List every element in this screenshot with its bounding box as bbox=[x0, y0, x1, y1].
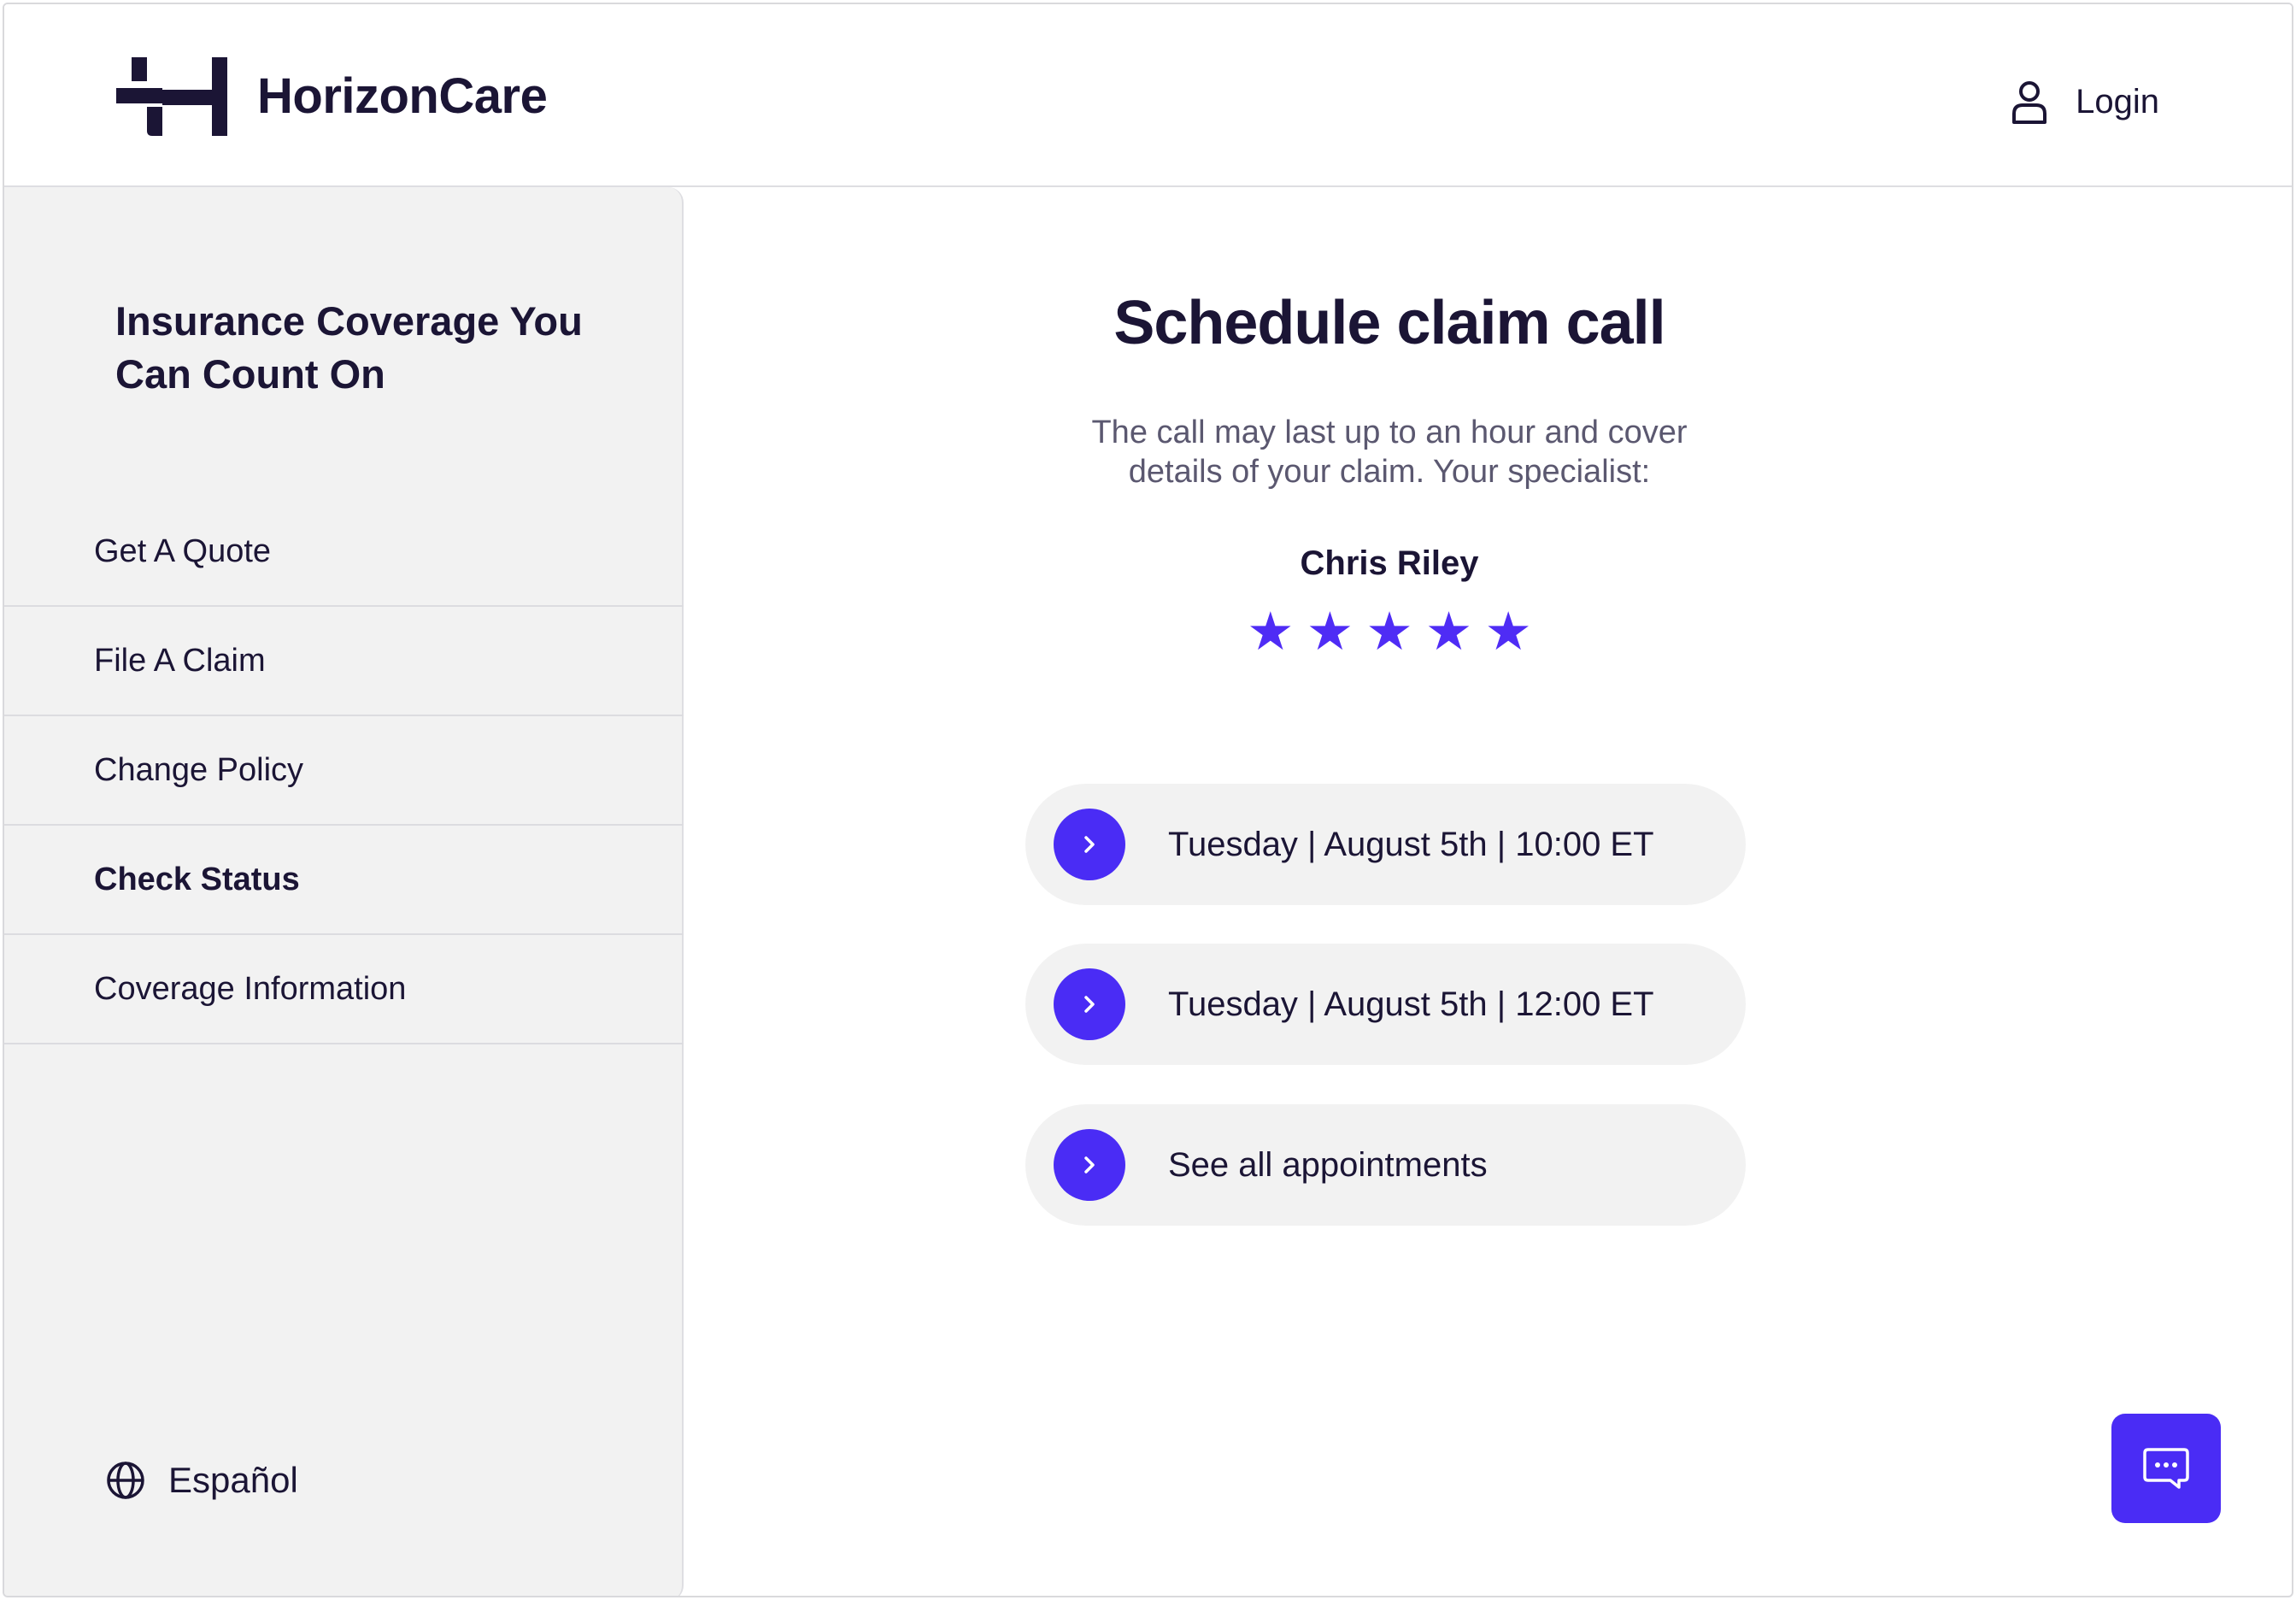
chevron-right-icon bbox=[1054, 968, 1125, 1040]
horizoncare-logo-icon[interactable] bbox=[116, 57, 227, 136]
chat-button[interactable] bbox=[2111, 1414, 2221, 1523]
sidebar-item-check-status[interactable]: Check Status bbox=[4, 826, 684, 935]
page-title: Schedule claim call bbox=[1113, 289, 1665, 357]
sidebar-tagline: Insurance Coverage You Can Count On bbox=[115, 298, 583, 397]
main-content: Schedule claim call The call may last up… bbox=[685, 187, 2292, 1596]
chat-icon bbox=[2143, 1448, 2189, 1489]
appointment-label: Tuesday | August 5th | 12:00 ET bbox=[1168, 985, 1654, 1023]
brand-name: HorizonCare bbox=[257, 68, 548, 124]
star-icon: ★ bbox=[1365, 603, 1413, 662]
language-switch[interactable]: Español bbox=[105, 1460, 298, 1501]
star-icon: ★ bbox=[1424, 603, 1473, 662]
app-window: HorizonCare Login Insurance Coverage You… bbox=[3, 3, 2293, 1597]
star-icon: ★ bbox=[1306, 603, 1354, 662]
sidebar-item-change-policy[interactable]: Change Policy bbox=[4, 716, 684, 826]
sidebar-item-file-a-claim[interactable]: File A Claim bbox=[4, 607, 684, 716]
language-label: Español bbox=[168, 1460, 298, 1500]
appointment-slot-button[interactable]: Tuesday | August 5th | 12:00 ET bbox=[1025, 944, 1746, 1065]
globe-icon bbox=[107, 1462, 144, 1499]
page-description: The call may last up to an hour and cove… bbox=[1091, 415, 1688, 490]
see-all-appointments-label: See all appointments bbox=[1168, 1145, 1488, 1184]
chevron-right-icon bbox=[1054, 1129, 1125, 1201]
sidebar-nav: Get A Quote File A Claim Change Policy C… bbox=[4, 497, 684, 1044]
sidebar: Insurance Coverage You Can Count On Get … bbox=[4, 187, 684, 1596]
sidebar-item-coverage-information[interactable]: Coverage Information bbox=[4, 935, 684, 1044]
login-label: Login bbox=[2076, 82, 2159, 121]
login-button[interactable]: Login bbox=[2009, 76, 2159, 127]
star-icon: ★ bbox=[1484, 603, 1532, 662]
star-icon: ★ bbox=[1247, 603, 1295, 662]
specialist-rating: ★ ★ ★ ★ ★ bbox=[685, 606, 2093, 659]
top-header: HorizonCare Login bbox=[4, 4, 2292, 187]
see-all-appointments-button[interactable]: See all appointments bbox=[1025, 1104, 1746, 1226]
sidebar-item-get-a-quote[interactable]: Get A Quote bbox=[4, 497, 684, 607]
specialist-name: Chris Riley bbox=[1300, 544, 1479, 582]
appointment-slot-button[interactable]: Tuesday | August 5th | 10:00 ET bbox=[1025, 784, 1746, 905]
chevron-right-icon bbox=[1054, 809, 1125, 880]
appointment-label: Tuesday | August 5th | 10:00 ET bbox=[1168, 825, 1654, 863]
user-icon bbox=[2012, 81, 2047, 124]
